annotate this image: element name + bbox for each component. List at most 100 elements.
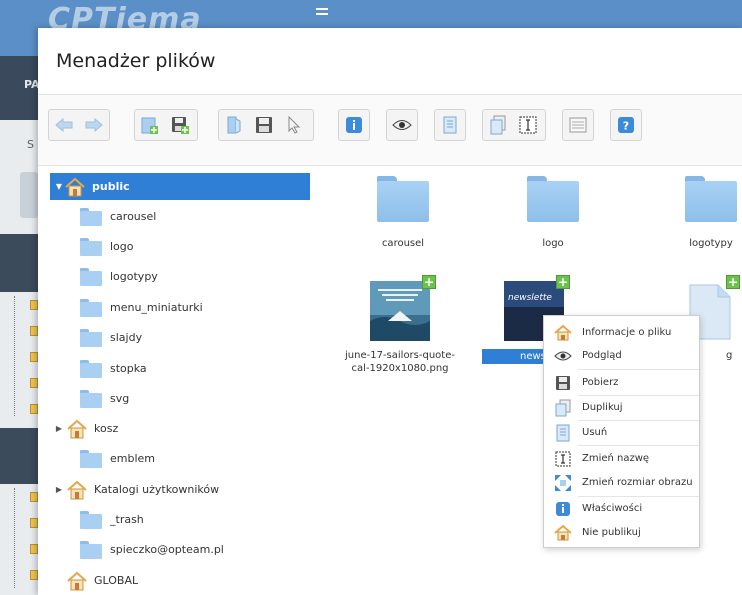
menu-item-rename[interactable]: Zmień nazwę (544, 446, 699, 471)
tree-item-trash[interactable]: _trash (80, 506, 340, 533)
new-folder-button[interactable] (135, 110, 165, 140)
tree-item-stopka[interactable]: stopka (80, 355, 340, 382)
tree-item-label: Katalogi użytkowników (94, 483, 220, 496)
menu-item-download[interactable]: Pobierz (544, 370, 699, 395)
folder-logo[interactable]: logo (508, 176, 598, 249)
save-icon (553, 374, 573, 392)
tree-item-label: svg (110, 392, 130, 405)
background-sidebar-section (0, 234, 38, 292)
toolbar: ? (38, 95, 742, 166)
background-folder-icon (30, 326, 38, 336)
add-badge-icon[interactable]: + (422, 275, 436, 289)
menu-item-unpublish[interactable]: Nie publikuj (544, 520, 699, 545)
background-folder-icon (30, 570, 38, 580)
trash-folder-icon (67, 419, 87, 438)
background-folder-icon (30, 518, 38, 528)
download-button[interactable] (249, 110, 279, 140)
toolbar-group-create (134, 109, 198, 141)
tree-item-slajdy[interactable]: slajdy (80, 324, 340, 351)
menu-item-delete[interactable]: Usuń (544, 420, 699, 445)
resize-icon (553, 474, 573, 492)
cursor-icon (288, 116, 301, 134)
folder-carousel[interactable]: carousel (358, 176, 448, 249)
duplicate-button[interactable] (483, 110, 513, 140)
menu-item-resize[interactable]: Zmień rozmiar obrazu (544, 470, 699, 495)
menu-item-duplicate[interactable]: Duplikuj (544, 395, 699, 420)
image-thumbnail: + (370, 275, 436, 341)
tree-item-svg[interactable]: svg (80, 385, 340, 412)
folder-icon (80, 207, 102, 226)
tree-item-label: stopka (110, 362, 147, 375)
menu-item-label: Właściwości (582, 503, 643, 514)
upload-button[interactable] (165, 110, 195, 140)
tree-item-users[interactable]: ▶ Katalogi użytkowników (50, 476, 330, 503)
help-icon: ? (618, 117, 634, 133)
folder-icon (80, 359, 102, 378)
menu-item-properties[interactable]: Właściwości (544, 496, 699, 521)
tree-item-label: spieczko@opteam.pl (110, 543, 224, 556)
folder-label: logo (542, 238, 564, 249)
tree-item-menu-miniaturki[interactable]: menu_miniaturki (80, 294, 340, 321)
background-folder-icon (30, 378, 38, 388)
back-button[interactable] (49, 110, 79, 140)
toolbar-group-preview (386, 109, 418, 141)
view-button[interactable] (563, 110, 593, 140)
add-badge-icon[interactable]: + (556, 275, 570, 289)
background-sidebar-section (0, 428, 38, 484)
toolbar-group-delete (434, 109, 466, 141)
modal-title: Menadżer plików (56, 50, 216, 72)
menu-item-label: Zmień nazwę (582, 453, 650, 464)
background-folder-icon (30, 544, 38, 554)
folder-logotypy[interactable]: logotypy (666, 176, 742, 249)
menu-item-label: Informacje o pliku (582, 327, 672, 338)
caret-right-icon[interactable]: ▶ (54, 485, 64, 495)
add-badge-icon[interactable]: + (726, 275, 740, 289)
open-button[interactable] (219, 110, 249, 140)
tree-item-logotypy[interactable]: logotypy (80, 263, 340, 290)
folder-label: logotypy (689, 238, 733, 249)
tree-item-label: slajdy (110, 331, 143, 344)
arrow-right-icon (85, 118, 103, 132)
folder-icon (685, 176, 737, 222)
tree-item-logo[interactable]: logo (80, 233, 340, 260)
tree-item-emblem[interactable]: emblem (80, 445, 340, 472)
background-folder-icon (30, 492, 38, 502)
menu-item-preview[interactable]: Podgląd (544, 343, 699, 368)
tree-item-global[interactable]: GLOBAL (66, 567, 326, 594)
tree-item-spieczko[interactable]: spieczko@opteam.pl (80, 536, 340, 563)
info-button[interactable] (339, 110, 369, 140)
toolbar-group-file (218, 109, 314, 141)
eye-icon (553, 347, 573, 365)
menu-icon[interactable] (316, 8, 328, 10)
tree-item-label: emblem (110, 452, 156, 465)
select-button[interactable] (279, 110, 309, 140)
tree-item-kosz[interactable]: ▶ kosz (50, 415, 310, 442)
tree-item-carousel[interactable]: carousel (80, 203, 340, 230)
open-icon (227, 116, 241, 134)
tree-item-public[interactable]: ▼ public (50, 173, 310, 200)
help-button[interactable]: ? (611, 110, 641, 140)
new-folder-icon (141, 117, 158, 134)
rename-button[interactable] (513, 110, 543, 140)
caret-down-icon[interactable]: ▼ (54, 182, 64, 192)
folder-label: carousel (381, 238, 425, 249)
caret-right-icon[interactable]: ▶ (54, 424, 64, 434)
trash-icon (553, 424, 573, 442)
file-june-sailors[interactable]: + june-17-sailors-quote-cal-1920x1080.pn… (340, 275, 460, 375)
toolbar-group-info (338, 109, 370, 141)
save-icon (256, 117, 272, 133)
preview-button[interactable] (387, 110, 417, 140)
delete-button[interactable] (435, 110, 465, 140)
folder-icon (80, 267, 102, 286)
info-icon (346, 117, 362, 133)
tree-item-label: GLOBAL (94, 574, 139, 587)
forward-button[interactable] (79, 110, 109, 140)
background-sidebar-box (20, 172, 38, 218)
folder-icon (80, 449, 102, 468)
menu-item-file-info[interactable]: Informacje o pliku (544, 320, 699, 345)
sailors-image (370, 281, 430, 341)
copy-icon (490, 115, 506, 135)
menu-item-label: Podgląd (582, 350, 622, 361)
toolbar-group-navigation (48, 109, 110, 141)
home-icon (553, 324, 573, 342)
